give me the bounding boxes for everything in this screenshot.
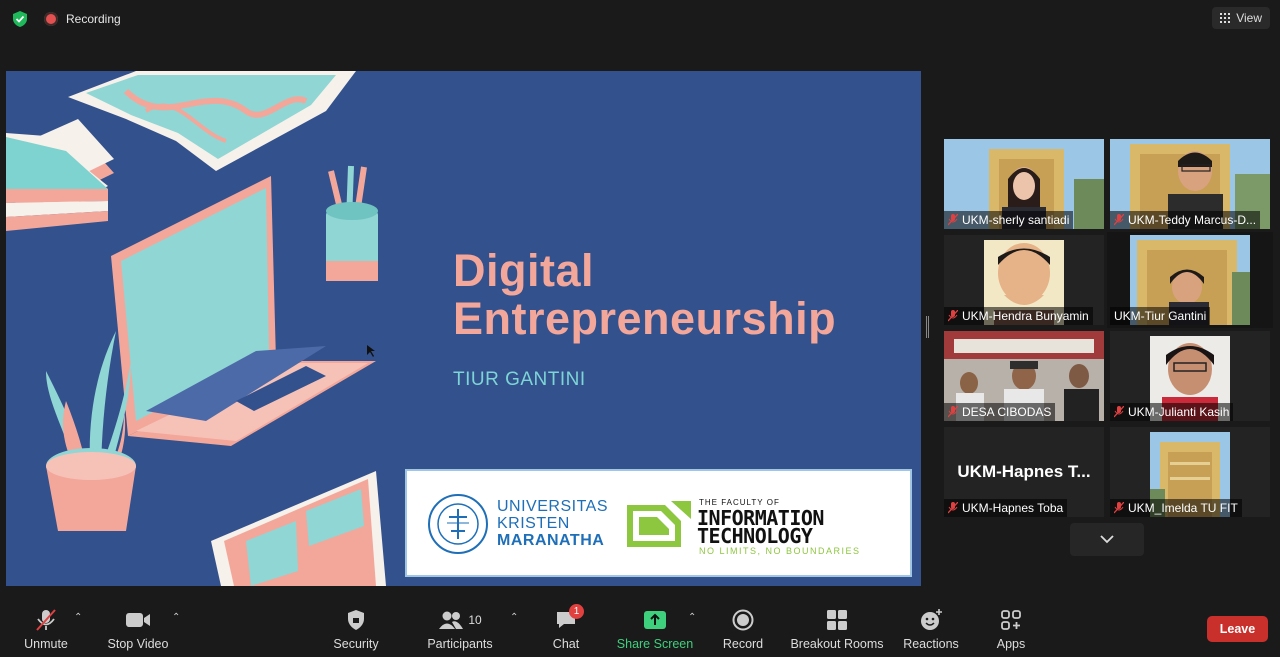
mic-muted-icon bbox=[948, 310, 958, 322]
university-name-line1: UNIVERSITAS bbox=[497, 498, 608, 515]
video-tile[interactable]: DESA CIBODAS bbox=[944, 331, 1104, 421]
mic-muted-icon bbox=[1114, 502, 1124, 514]
shared-screen-slide: Digital Entrepreneurship TIUR GANTINI UN… bbox=[6, 71, 921, 586]
leave-button[interactable]: Leave bbox=[1207, 616, 1268, 642]
security-button[interactable]: Security bbox=[328, 596, 384, 657]
faculty-logo-icon bbox=[627, 501, 691, 547]
faculty-name-line2: TECHNOLOGY bbox=[697, 524, 813, 548]
breakout-rooms-icon bbox=[827, 610, 847, 630]
cursor-icon bbox=[367, 345, 375, 357]
tablet-illustration bbox=[211, 471, 386, 586]
video-tile[interactable]: UKM-Hendra Bunyamin bbox=[944, 235, 1104, 325]
chat-button[interactable]: 1 Chat bbox=[545, 596, 587, 657]
record-icon bbox=[732, 609, 754, 631]
shield-icon[interactable] bbox=[11, 10, 29, 28]
video-tile-no-video[interactable]: UKM-Hapnes T... UKM-Hapnes Toba bbox=[944, 427, 1104, 517]
video-camera-icon bbox=[126, 613, 150, 627]
recording-label: Recording bbox=[66, 12, 121, 26]
view-label: View bbox=[1236, 11, 1262, 25]
participant-name-tag: UKM_Imelda TU FIT bbox=[1110, 499, 1242, 517]
audio-options-caret[interactable]: ⌃ bbox=[74, 612, 82, 623]
record-label: Record bbox=[722, 637, 764, 651]
participant-name-tag: UKM-Hendra Bunyamin bbox=[944, 307, 1093, 325]
gallery-next-page-button[interactable] bbox=[1070, 523, 1144, 556]
share-screen-label: Share Screen bbox=[616, 637, 694, 651]
reactions-button[interactable]: Reactions bbox=[902, 596, 960, 657]
apps-icon bbox=[1001, 610, 1021, 630]
participants-button[interactable]: 10 Participants bbox=[424, 596, 496, 657]
participant-name-tag: UKM-Teddy Marcus-D... bbox=[1110, 211, 1261, 229]
chevron-down-icon bbox=[1100, 535, 1114, 544]
mic-muted-icon bbox=[948, 214, 958, 226]
share-screen-icon bbox=[644, 611, 666, 629]
participant-name-tag: UKM-Tiur Gantini bbox=[1110, 307, 1211, 325]
participants-icon bbox=[439, 611, 464, 629]
slide-title: Digital Entrepreneurship bbox=[453, 247, 836, 343]
grid-icon bbox=[1220, 13, 1231, 23]
slide-title-line2: Entrepreneurship bbox=[453, 293, 837, 344]
share-screen-button[interactable]: Share Screen bbox=[616, 596, 694, 657]
security-label: Security bbox=[333, 637, 379, 651]
video-tile[interactable]: UKM-sherly santiadi bbox=[944, 139, 1104, 229]
participant-name-tag: UKM-sherly santiadi bbox=[944, 211, 1074, 229]
chat-unread-badge: 1 bbox=[569, 604, 584, 619]
chat-label: Chat bbox=[552, 637, 580, 651]
apps-button[interactable]: Apps bbox=[991, 596, 1031, 657]
reactions-icon bbox=[921, 609, 942, 630]
mic-muted-icon bbox=[1114, 406, 1124, 418]
university-emblem-icon bbox=[428, 494, 488, 554]
participants-count: 10 bbox=[468, 613, 482, 627]
stop-video-button[interactable]: Stop Video bbox=[103, 596, 173, 657]
participant-placeholder-name: UKM-Hapnes T... bbox=[957, 462, 1091, 481]
university-name-line3: MARANATHA bbox=[497, 532, 605, 549]
video-tile[interactable]: UKM-Teddy Marcus-D... bbox=[1110, 139, 1270, 229]
view-button[interactable]: View bbox=[1212, 7, 1270, 29]
video-tile[interactable]: UKM-Julianti Kasih bbox=[1110, 331, 1270, 421]
video-options-caret[interactable]: ⌃ bbox=[172, 612, 180, 623]
slide-presenter: TIUR GANTINI bbox=[453, 369, 586, 390]
video-tile-active-speaker[interactable]: UKM-Tiur Gantini bbox=[1107, 232, 1273, 328]
mic-muted-icon bbox=[948, 502, 958, 514]
mic-muted-icon bbox=[1114, 214, 1124, 226]
participants-options-caret[interactable]: ⌃ bbox=[510, 612, 518, 623]
logo-box: UNIVERSITAS KRISTEN MARANATHA THE FACULT… bbox=[405, 469, 912, 577]
stop-video-label: Stop Video bbox=[107, 637, 169, 651]
mic-muted-icon bbox=[948, 406, 958, 418]
unmute-label: Unmute bbox=[24, 637, 68, 651]
top-bar: Recording View bbox=[0, 0, 1280, 40]
reactions-label: Reactions bbox=[903, 637, 959, 651]
books-illustration bbox=[6, 119, 114, 231]
faculty-tagline: NO LIMITS, NO BOUNDARIES bbox=[699, 546, 861, 556]
pencil-cup-illustration bbox=[326, 165, 378, 281]
participant-name-tag: DESA CIBODAS bbox=[944, 403, 1056, 421]
university-name-line2: KRISTEN bbox=[497, 515, 570, 532]
splitter-handle[interactable] bbox=[926, 316, 929, 338]
video-tile[interactable]: UKM_Imelda TU FIT bbox=[1110, 427, 1270, 517]
participants-label: Participants bbox=[427, 637, 493, 651]
record-button[interactable]: Record bbox=[718, 596, 768, 657]
participant-name-tag: UKM-Hapnes Toba bbox=[944, 499, 1068, 517]
slide-title-line1: Digital bbox=[453, 245, 595, 296]
apps-label: Apps bbox=[996, 637, 1026, 651]
participant-name-tag: UKM-Julianti Kasih bbox=[1110, 403, 1234, 421]
breakout-rooms-label: Breakout Rooms bbox=[790, 637, 884, 651]
mic-muted-icon bbox=[36, 609, 56, 631]
share-options-caret[interactable]: ⌃ bbox=[688, 612, 696, 623]
meeting-toolbar: Unmute ⌃ Stop Video ⌃ Security 10 Partic… bbox=[0, 596, 1280, 657]
breakout-rooms-button[interactable]: Breakout Rooms bbox=[789, 596, 885, 657]
unmute-button[interactable]: Unmute bbox=[16, 596, 76, 657]
recording-icon bbox=[44, 12, 58, 26]
shield-icon bbox=[348, 610, 364, 630]
